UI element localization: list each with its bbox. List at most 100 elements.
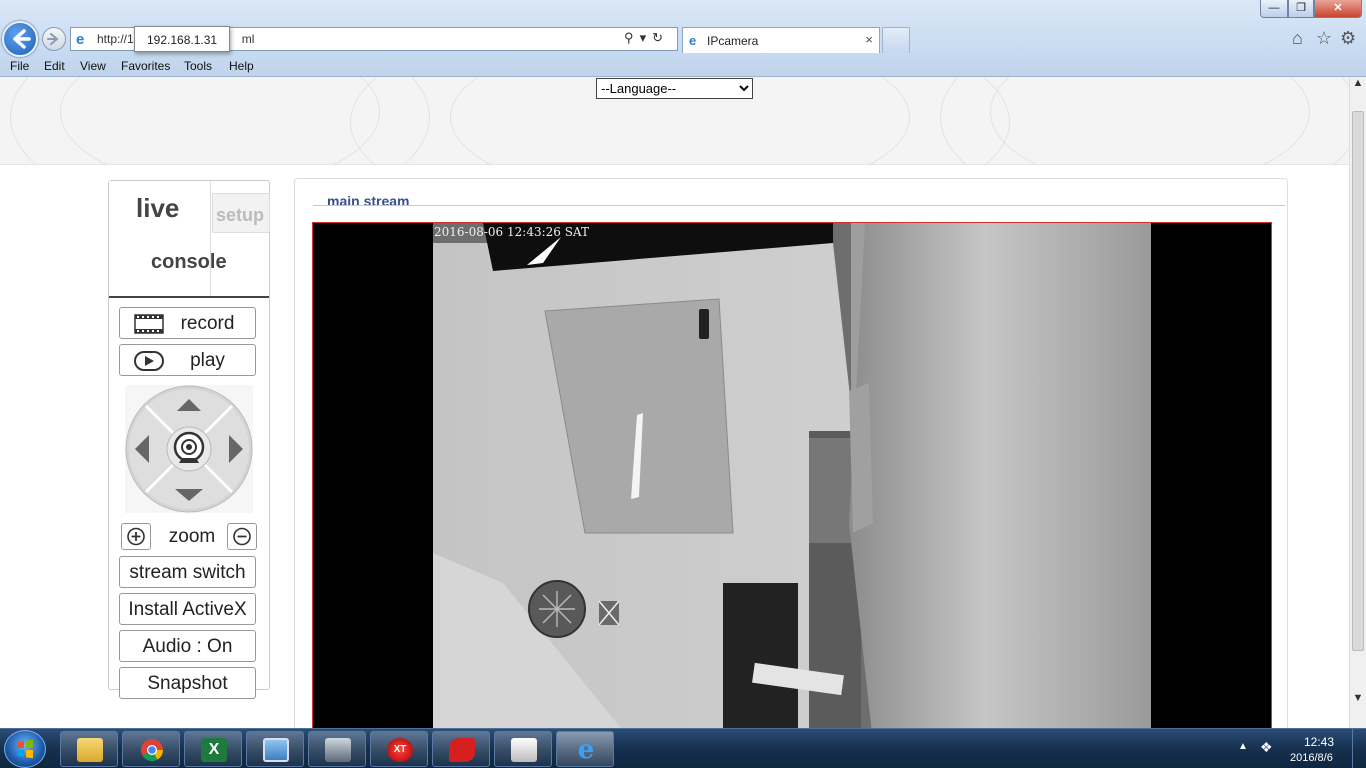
- menu-tools[interactable]: Tools: [184, 59, 212, 73]
- play-label: play: [190, 350, 225, 371]
- header-decoration: [60, 77, 380, 164]
- ptz-control-pad[interactable]: [125, 385, 253, 513]
- folder-icon: [77, 738, 103, 762]
- window-title-strip: — ❐ ✕: [0, 0, 1366, 20]
- clock-date[interactable]: 2016/8/6: [1290, 752, 1333, 764]
- stream-title: main stream: [327, 193, 410, 209]
- home-icon[interactable]: ⌂: [1292, 28, 1303, 49]
- snapshot-label: Snapshot: [147, 673, 228, 694]
- tab-setup[interactable]: setup: [212, 193, 270, 233]
- chrome-icon: [141, 739, 163, 761]
- zoom-out-button[interactable]: [227, 523, 257, 550]
- menu-edit[interactable]: Edit: [44, 59, 65, 73]
- zoom-in-icon: [127, 527, 145, 546]
- taskbar-chrome[interactable]: [122, 731, 180, 767]
- excel-icon: X: [201, 738, 227, 762]
- audio-toggle-button[interactable]: Audio : On: [119, 630, 256, 662]
- back-arrow-icon: [13, 29, 31, 49]
- stream-panel: main stream 2016-08-06 12:43:26 SAT: [294, 178, 1288, 728]
- windows-taskbar: X XT e ▲ ❖ 12:43 2016/8/6: [0, 728, 1366, 768]
- language-select[interactable]: --Language--: [596, 78, 753, 99]
- scroll-thumb[interactable]: [1352, 111, 1364, 651]
- search-icon[interactable]: ⚲: [624, 30, 640, 45]
- start-button[interactable]: [4, 730, 46, 768]
- tray-expand-icon[interactable]: ▲: [1238, 741, 1248, 752]
- menu-help[interactable]: Help: [229, 59, 254, 73]
- ipcamera-page: --Language-- live console setup record p…: [0, 77, 1349, 728]
- menu-file[interactable]: File: [10, 59, 29, 73]
- forward-button[interactable]: [42, 27, 66, 51]
- taskbar-ipcam-app[interactable]: [494, 731, 552, 767]
- tab-live-label: live: [136, 193, 180, 223]
- browser-chrome: — ❐ ✕ e http://1 ml ⚲▾↻ 192.168.1.31 e IP…: [0, 0, 1366, 77]
- address-url-head: http://1: [97, 32, 134, 46]
- snapshot-button[interactable]: Snapshot: [119, 667, 256, 699]
- taskbar-red-app[interactable]: [432, 731, 490, 767]
- play-button[interactable]: play: [119, 344, 256, 376]
- minimize-button[interactable]: —: [1260, 0, 1288, 18]
- maximize-button[interactable]: ❐: [1288, 0, 1314, 18]
- video-feed[interactable]: 2016-08-06 12:43:26 SAT: [312, 222, 1272, 728]
- header-decoration: [990, 77, 1310, 164]
- taskbar-explorer[interactable]: [60, 731, 118, 767]
- address-tools[interactable]: ⚲▾↻: [624, 30, 669, 46]
- stream-title-rule: [313, 205, 1285, 206]
- stream-switch-label: stream switch: [129, 562, 246, 583]
- dropdown-icon[interactable]: ▾: [640, 30, 653, 45]
- forward-arrow-icon: [47, 33, 59, 45]
- install-activex-label: Install ActiveX: [128, 599, 247, 620]
- url-tooltip: 192.168.1.31: [134, 26, 231, 52]
- zoom-label: zoom: [168, 526, 216, 547]
- tab-console-label: console: [151, 251, 227, 273]
- red-app-icon: [449, 738, 475, 762]
- favorites-star-icon[interactable]: ☆: [1316, 28, 1332, 49]
- audio-label: Audio : On: [142, 636, 233, 657]
- taskbar-xt-app[interactable]: XT: [370, 731, 428, 767]
- video-timestamp: 2016-08-06 12:43:26 SAT: [434, 225, 589, 239]
- clock-time[interactable]: 12:43: [1304, 735, 1334, 749]
- taskbar-internet-explorer[interactable]: e: [556, 731, 614, 767]
- ie-page-icon: e: [76, 31, 85, 48]
- close-window-button[interactable]: ✕: [1314, 0, 1362, 18]
- record-button[interactable]: record: [119, 307, 256, 339]
- menu-favorites[interactable]: Favorites: [121, 59, 170, 73]
- zoom-row: zoom: [121, 523, 259, 551]
- tab-title: IPcamera: [707, 34, 759, 48]
- gear-icon[interactable]: ⚙: [1340, 28, 1356, 49]
- tab-live[interactable]: live console: [109, 181, 227, 296]
- menu-bar: File Edit View Favorites Tools Help: [0, 56, 1366, 76]
- xt-app-icon: XT: [387, 738, 413, 762]
- dropbox-icon[interactable]: ❖: [1260, 739, 1273, 756]
- camera-center-icon[interactable]: [173, 431, 205, 463]
- install-activex-button[interactable]: Install ActiveX: [119, 593, 256, 625]
- browser-tab-ipcamera[interactable]: e IPcamera ×: [682, 27, 880, 53]
- back-button[interactable]: [2, 21, 38, 57]
- page-header: --Language--: [0, 77, 1349, 165]
- refresh-icon[interactable]: ↻: [652, 30, 669, 45]
- tab-close-icon[interactable]: ×: [865, 32, 873, 47]
- taskbar-camera-app[interactable]: [308, 731, 366, 767]
- scroll-down-icon[interactable]: ▼: [1350, 692, 1366, 710]
- taskbar-image-viewer[interactable]: [246, 731, 304, 767]
- internet-explorer-icon: e: [577, 735, 595, 765]
- menu-view[interactable]: View: [80, 59, 106, 73]
- show-desktop-button[interactable]: [1352, 729, 1366, 768]
- camera-image: [313, 223, 1271, 728]
- windows-logo-icon: [17, 739, 33, 759]
- console-panel: live console setup record play zoom stre…: [108, 180, 270, 699]
- page-scrollbar[interactable]: ▲ ▼: [1349, 77, 1366, 728]
- taskbar-excel[interactable]: X: [184, 731, 242, 767]
- image-viewer-icon: [263, 738, 289, 762]
- ie-tab-icon: e: [689, 33, 697, 48]
- address-url-tail: ml: [241, 32, 255, 46]
- stream-switch-button[interactable]: stream switch: [119, 556, 256, 588]
- record-label: record: [180, 313, 235, 334]
- camera-app-icon: [325, 738, 351, 762]
- zoom-out-icon: [233, 527, 251, 546]
- console-divider: [109, 296, 269, 298]
- ipcam-app-icon: [511, 738, 537, 762]
- new-tab-button[interactable]: [882, 27, 910, 53]
- zoom-in-button[interactable]: [121, 523, 151, 550]
- scroll-up-icon[interactable]: ▲: [1350, 77, 1366, 95]
- tab-setup-label: setup: [216, 205, 265, 225]
